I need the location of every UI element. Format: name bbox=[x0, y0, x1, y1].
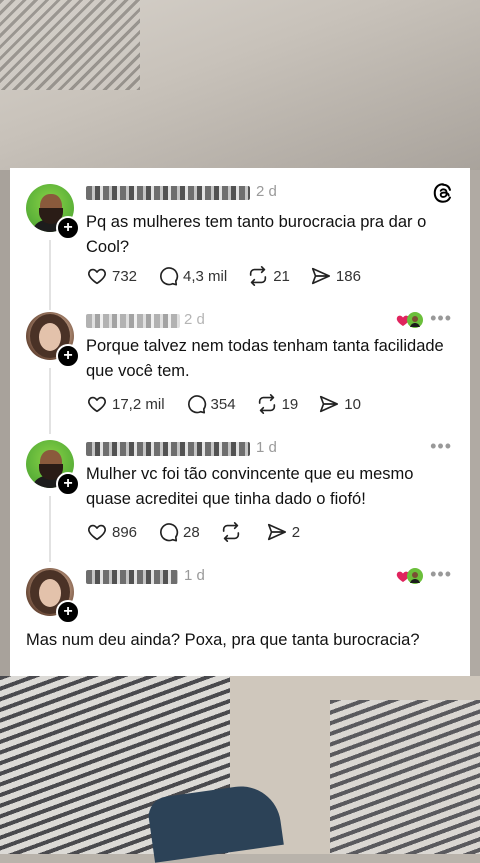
post-text: Pq as mulheres tem tanto burocracia pra … bbox=[86, 213, 427, 256]
follow-plus-icon[interactable]: + bbox=[56, 344, 80, 368]
thread-line bbox=[49, 496, 51, 562]
repost-icon bbox=[250, 266, 267, 286]
share-count: 2 bbox=[291, 523, 301, 541]
more-options-icon[interactable]: ••• bbox=[430, 308, 452, 329]
repost-button[interactable]: 19 bbox=[256, 393, 299, 415]
reply-button[interactable]: 354 bbox=[185, 393, 236, 415]
share-button[interactable]: 186 bbox=[310, 265, 361, 287]
post-actions: 17,2 mil 354 19 10 bbox=[86, 392, 381, 416]
repost-count: 21 bbox=[273, 267, 290, 285]
send-icon bbox=[267, 523, 286, 541]
reply-button[interactable]: 4,3 mil bbox=[157, 265, 227, 287]
share-button[interactable]: 10 bbox=[318, 393, 361, 415]
post-text: Porque talvez nem todas tenham tanta fac… bbox=[86, 337, 444, 380]
share-count: 10 bbox=[344, 395, 361, 413]
send-icon bbox=[320, 395, 339, 413]
repost-icon bbox=[222, 522, 239, 542]
username-blurred[interactable] bbox=[86, 186, 250, 200]
like-button[interactable]: 732 bbox=[86, 265, 137, 287]
follow-plus-icon[interactable]: + bbox=[56, 472, 80, 496]
reply-count: 28 bbox=[183, 523, 200, 541]
like-button[interactable]: 896 bbox=[86, 521, 137, 543]
heart-icon bbox=[88, 396, 106, 413]
send-icon bbox=[311, 267, 330, 285]
repost-button[interactable]: 21 bbox=[247, 265, 290, 287]
avatar-face bbox=[39, 579, 61, 607]
post-time: 1 d bbox=[184, 567, 205, 584]
more-options-icon[interactable]: ••• bbox=[430, 436, 452, 457]
post-text: Mulher vc foi tão convincente que eu mes… bbox=[86, 465, 414, 508]
reply-button[interactable]: 28 bbox=[157, 521, 200, 543]
like-button[interactable]: 17,2 mil bbox=[86, 393, 165, 415]
share-count: 186 bbox=[335, 267, 361, 285]
like-count: 17,2 mil bbox=[112, 395, 165, 413]
post-time: 2 d bbox=[256, 183, 277, 200]
repost-icon bbox=[258, 394, 275, 414]
background-edge-left bbox=[0, 170, 10, 676]
like-count: 896 bbox=[112, 523, 138, 541]
liked-by-author-icon bbox=[396, 568, 423, 584]
heart-icon bbox=[88, 524, 106, 541]
username-blurred[interactable] bbox=[86, 314, 180, 328]
comment-icon bbox=[187, 395, 206, 414]
reply-count: 354 bbox=[210, 395, 236, 413]
more-options-icon[interactable]: ••• bbox=[430, 564, 452, 585]
threads-screenshot-card: + 2 d Pq as mulheres tem tanto burocraci… bbox=[10, 168, 470, 676]
follow-plus-icon[interactable]: + bbox=[56, 600, 80, 624]
follow-plus-icon[interactable]: + bbox=[56, 216, 80, 240]
comment-icon bbox=[160, 267, 179, 286]
background-edge-right bbox=[470, 170, 480, 676]
liked-by-author-icon bbox=[396, 312, 423, 328]
username-blurred[interactable] bbox=[86, 442, 250, 456]
post-time: 2 d bbox=[184, 311, 205, 328]
reply-count: 4,3 mil bbox=[183, 267, 228, 285]
thread-line bbox=[49, 240, 51, 310]
heart-icon bbox=[88, 268, 106, 285]
thread-line bbox=[49, 368, 51, 434]
repost-count: 19 bbox=[281, 395, 299, 413]
comment-icon bbox=[160, 523, 179, 542]
background-striped-fabric-right bbox=[330, 700, 480, 854]
share-button[interactable]: 2 bbox=[266, 521, 300, 543]
post-text: Mas num deu ainda? Poxa, pra que tanta b… bbox=[26, 631, 420, 649]
background-photo-top bbox=[0, 0, 480, 170]
avatar-face bbox=[39, 323, 61, 351]
repost-button[interactable] bbox=[220, 521, 246, 543]
post-time: 1 d bbox=[256, 439, 277, 456]
post-actions: 732 4,3 mil 21 186 bbox=[86, 264, 381, 288]
post-actions: 896 28 2 bbox=[86, 520, 320, 544]
username-blurred[interactable] bbox=[86, 570, 178, 584]
like-count: 732 bbox=[112, 267, 138, 285]
threads-logo-icon[interactable] bbox=[432, 182, 454, 204]
